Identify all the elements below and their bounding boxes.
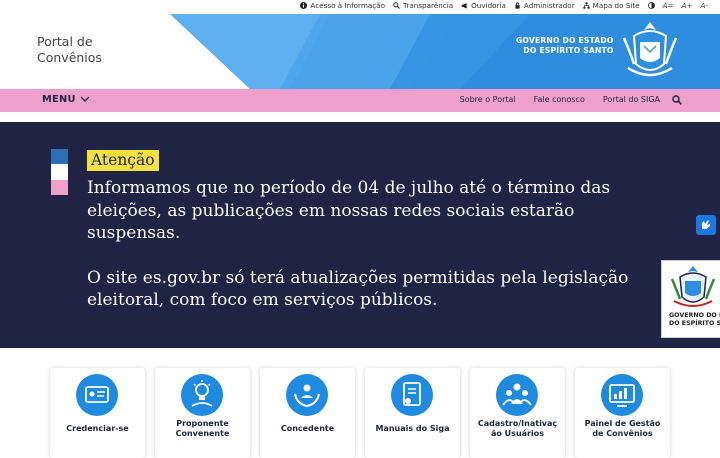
accessibility-widget-button[interactable] (696, 215, 716, 235)
contrast-toggle[interactable] (647, 2, 655, 9)
card-concedente[interactable]: Concedente (260, 368, 355, 458)
card-label-line1: Credenciar-se (66, 424, 129, 433)
card-label: Proponente Convenente (155, 419, 250, 439)
side-logo-line1: GOVERNO DO ES (669, 312, 720, 319)
card-label-line1: Painel de Gestão (584, 419, 661, 428)
site-header: Portal de Convênios GOVERNO DO ESTADO DO… (0, 14, 720, 89)
contrast-icon (647, 2, 655, 9)
nav-links: Sobre o Portal Fale conosco Portal do SI… (460, 95, 660, 104)
card-label: Credenciar-se (50, 424, 145, 434)
menu-label: MENU (42, 94, 76, 105)
link-acesso-informacao[interactable]: Acesso à Informação (300, 1, 385, 10)
info-icon (300, 2, 308, 9)
link-transparencia[interactable]: Transparência (393, 1, 453, 10)
link-administrador[interactable]: Administrador (514, 1, 575, 10)
main-nav-bar: MENU Sobre o Portal Fale conosco Portal … (0, 89, 720, 112)
government-wordmark: GOVERNO DO ESTADO DO ESPÍRITO SANTO (516, 36, 614, 56)
card-cadastro-usuarios[interactable]: Cadastro/Inativaç ão Usuários (470, 368, 565, 458)
card-label: Manuais do Siga (365, 424, 460, 434)
link-label: Administrador (523, 1, 575, 10)
gov-line1: GOVERNO DO ESTADO (516, 36, 614, 45)
search-icon[interactable] (672, 95, 682, 105)
state-flag-icon (51, 149, 68, 195)
service-cards: Credenciar-se Proponente Convenente Conc… (0, 348, 720, 458)
dashboard-icon (601, 374, 643, 416)
card-label: Cadastro/Inativaç ão Usuários (470, 419, 565, 439)
link-label: Acesso à Informação (310, 1, 386, 10)
card-label-line2: Convenente (175, 429, 230, 438)
gov-line2: DO ESPÍRITO SANTO (523, 46, 614, 55)
notice-banner: Atenção Informamos que no período de 04 … (0, 122, 720, 348)
state-seal-icon (670, 266, 716, 307)
card-label: Concedente (260, 424, 355, 434)
nav-sobre-portal[interactable]: Sobre o Portal (460, 95, 516, 104)
notice-paragraph-1: Informamos que no período de 04 de julho… (87, 178, 611, 243)
link-ouvidoria[interactable]: Ouvidoria (461, 1, 506, 10)
card-label: Painel de Gestão de Convênios (575, 419, 670, 439)
utility-links: Acesso à Informação Transparência Ouvido… (300, 1, 708, 10)
side-logo-line2: DO ESPÍRITO SA (669, 320, 720, 327)
utility-bar: Acesso à Informação Transparência Ouvido… (0, 0, 720, 14)
lock-icon (515, 2, 520, 9)
card-proponente[interactable]: Proponente Convenente (155, 368, 250, 458)
link-label: Ouvidoria (471, 1, 506, 10)
state-seal-icon (622, 22, 678, 77)
font-reset-button[interactable]: A= (663, 1, 674, 10)
notice-text: Informamos que no período de 04 de julho… (87, 177, 657, 334)
lightbulb-icon (181, 374, 223, 416)
nav-portal-siga[interactable]: Portal do SIGA (603, 95, 660, 104)
link-label: Mapa do Site (592, 1, 640, 10)
link-mapa-site[interactable]: Mapa do Site (583, 1, 640, 10)
spacer (0, 112, 720, 122)
sign-language-icon (702, 220, 710, 229)
font-decrease-button[interactable]: A- (700, 1, 708, 10)
site-title-line2: Convênios (37, 50, 102, 65)
chevron-down-icon (80, 96, 90, 102)
hands-people-icon (286, 374, 328, 416)
card-credenciar[interactable]: Credenciar-se (50, 368, 145, 458)
card-label-line2: ão Usuários (491, 429, 544, 438)
megaphone-icon (461, 3, 467, 9)
card-label-line1: Proponente (176, 419, 229, 428)
font-increase-button[interactable]: A+ (682, 1, 693, 10)
card-manuais-siga[interactable]: Manuais do Siga (365, 368, 460, 458)
credential-icon (76, 374, 118, 416)
card-label-line1: Concedente (280, 424, 335, 433)
manual-document-icon (391, 374, 433, 416)
users-group-icon (496, 374, 538, 416)
notice-paragraph-2: O site es.gov.br só terá atualizações pe… (87, 267, 629, 311)
side-government-logo[interactable]: GOVERNO DO ES DO ESPÍRITO SA (661, 260, 720, 338)
sitemap-icon (583, 2, 590, 9)
search-icon (393, 2, 400, 9)
attention-badge: Atenção (87, 150, 159, 171)
site-title-line1: Portal de (37, 34, 93, 49)
menu-toggle[interactable]: MENU (42, 94, 90, 105)
nav-fale-conosco[interactable]: Fale conosco (534, 95, 585, 104)
card-painel-gestao[interactable]: Painel de Gestão de Convênios (575, 368, 670, 458)
side-logo-text: GOVERNO DO ES DO ESPÍRITO SA (669, 312, 720, 328)
site-title[interactable]: Portal de Convênios (37, 34, 102, 66)
card-label-line1: Cadastro/Inativaç (477, 419, 558, 428)
card-label-line1: Manuais do Siga (375, 424, 450, 433)
card-label-line2: de Convênios (592, 429, 653, 438)
link-label: Transparência (403, 1, 454, 10)
